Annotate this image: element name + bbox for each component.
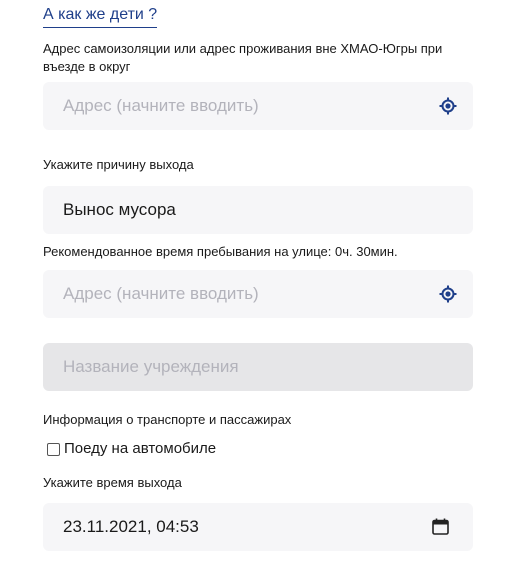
recommended-time-text: Рекомендованное время пребывания на улиц… (43, 244, 398, 259)
reason-label: Укажите причину выхода (43, 157, 194, 172)
address-input[interactable]: Адрес (начните вводить) (43, 82, 473, 130)
reason-select[interactable]: Вынос мусора (43, 186, 473, 234)
geolocation-target-icon[interactable] (439, 97, 457, 115)
address-input-placeholder: Адрес (начните вводить) (63, 96, 259, 115)
exit-time-value: 23.11.2021, 04:53 (63, 517, 199, 536)
car-checkbox[interactable] (47, 442, 60, 456)
geolocation-target-icon[interactable] (439, 285, 457, 303)
car-checkbox-label[interactable]: Поеду на автомобиле (64, 440, 216, 458)
institution-input: Название учреждения (43, 343, 473, 391)
reason-value: Вынос мусора (63, 200, 176, 219)
destination-address-placeholder: Адрес (начните вводить) (63, 284, 259, 303)
institution-placeholder: Название учреждения (63, 357, 239, 376)
kids-link[interactable]: А как же дети ? (43, 6, 158, 28)
calendar-icon[interactable] (432, 518, 449, 535)
transport-label: Информация о транспорте и пассажирах (43, 412, 292, 427)
destination-address-input[interactable]: Адрес (начните вводить) (43, 270, 473, 318)
car-checkbox-row[interactable]: Поеду на автомобиле (47, 440, 216, 458)
address-section-label: Адрес самоизоляции или адрес проживания … (43, 41, 443, 74)
exit-time-label: Укажите время выхода (43, 475, 182, 490)
exit-time-input[interactable]: 23.11.2021, 04:53 (43, 503, 473, 551)
